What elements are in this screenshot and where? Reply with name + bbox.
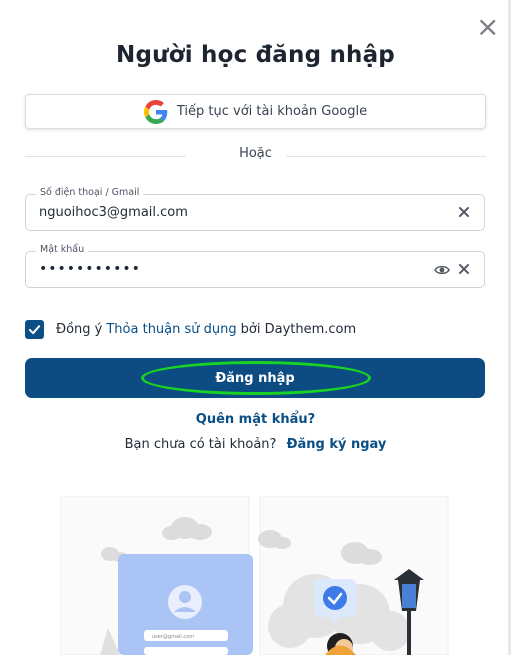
terms-prefix: Đồng ý: [56, 322, 103, 337]
phone-email-input[interactable]: [39, 205, 419, 220]
password-input[interactable]: •••••••••••: [39, 261, 419, 277]
terms-link[interactable]: Thỏa thuận sử dụng: [106, 322, 236, 337]
eye-icon[interactable]: [434, 262, 450, 278]
signup-link[interactable]: Đăng ký ngay: [287, 437, 387, 452]
forgot-password-link[interactable]: Quên mật khẩu?: [196, 412, 315, 427]
terms-checkbox[interactable]: [25, 320, 44, 339]
google-g-icon: [143, 99, 168, 124]
clear-icon[interactable]: [456, 261, 472, 277]
close-button[interactable]: ×: [476, 13, 499, 41]
signup-row: Bạn chưa có tài khoản? Đăng ký ngay: [0, 437, 511, 452]
divider-line-right: [286, 156, 486, 157]
divider-text: Hoặc: [239, 146, 272, 161]
google-signin-button[interactable]: Tiếp tục với tài khoản Google: [25, 94, 486, 129]
phone-email-field[interactable]: Số điện thoại / Gmail: [25, 187, 485, 231]
or-divider: Hoặc: [25, 146, 486, 162]
terms-suffix: bởi Daythem.com: [240, 322, 357, 337]
login-illustration: user@gmail.com: [60, 496, 449, 655]
password-label: Mật khẩu: [36, 244, 89, 255]
login-button[interactable]: Đăng nhập: [25, 358, 485, 398]
google-signin-label: Tiếp tục với tài khoản Google: [176, 104, 368, 119]
password-field[interactable]: Mật khẩu •••••••••••: [25, 244, 485, 288]
checkmark-icon: [28, 325, 41, 335]
signup-prompt: Bạn chưa có tài khoản?: [124, 437, 277, 452]
phone-email-label: Số điện thoại / Gmail: [36, 187, 144, 198]
login-button-label: Đăng nhập: [215, 370, 295, 386]
forgot-password: Quên mật khẩu?: [0, 412, 511, 427]
mock-input-text: user@gmail.com: [152, 634, 194, 640]
lamp-post-icon: [407, 611, 411, 655]
clear-icon[interactable]: [456, 204, 472, 220]
terms-agreement: Đồng ý Thỏa thuận sử dụng bởi Daythem.co…: [25, 320, 356, 339]
page-title: Người học đăng nhập: [116, 42, 395, 68]
